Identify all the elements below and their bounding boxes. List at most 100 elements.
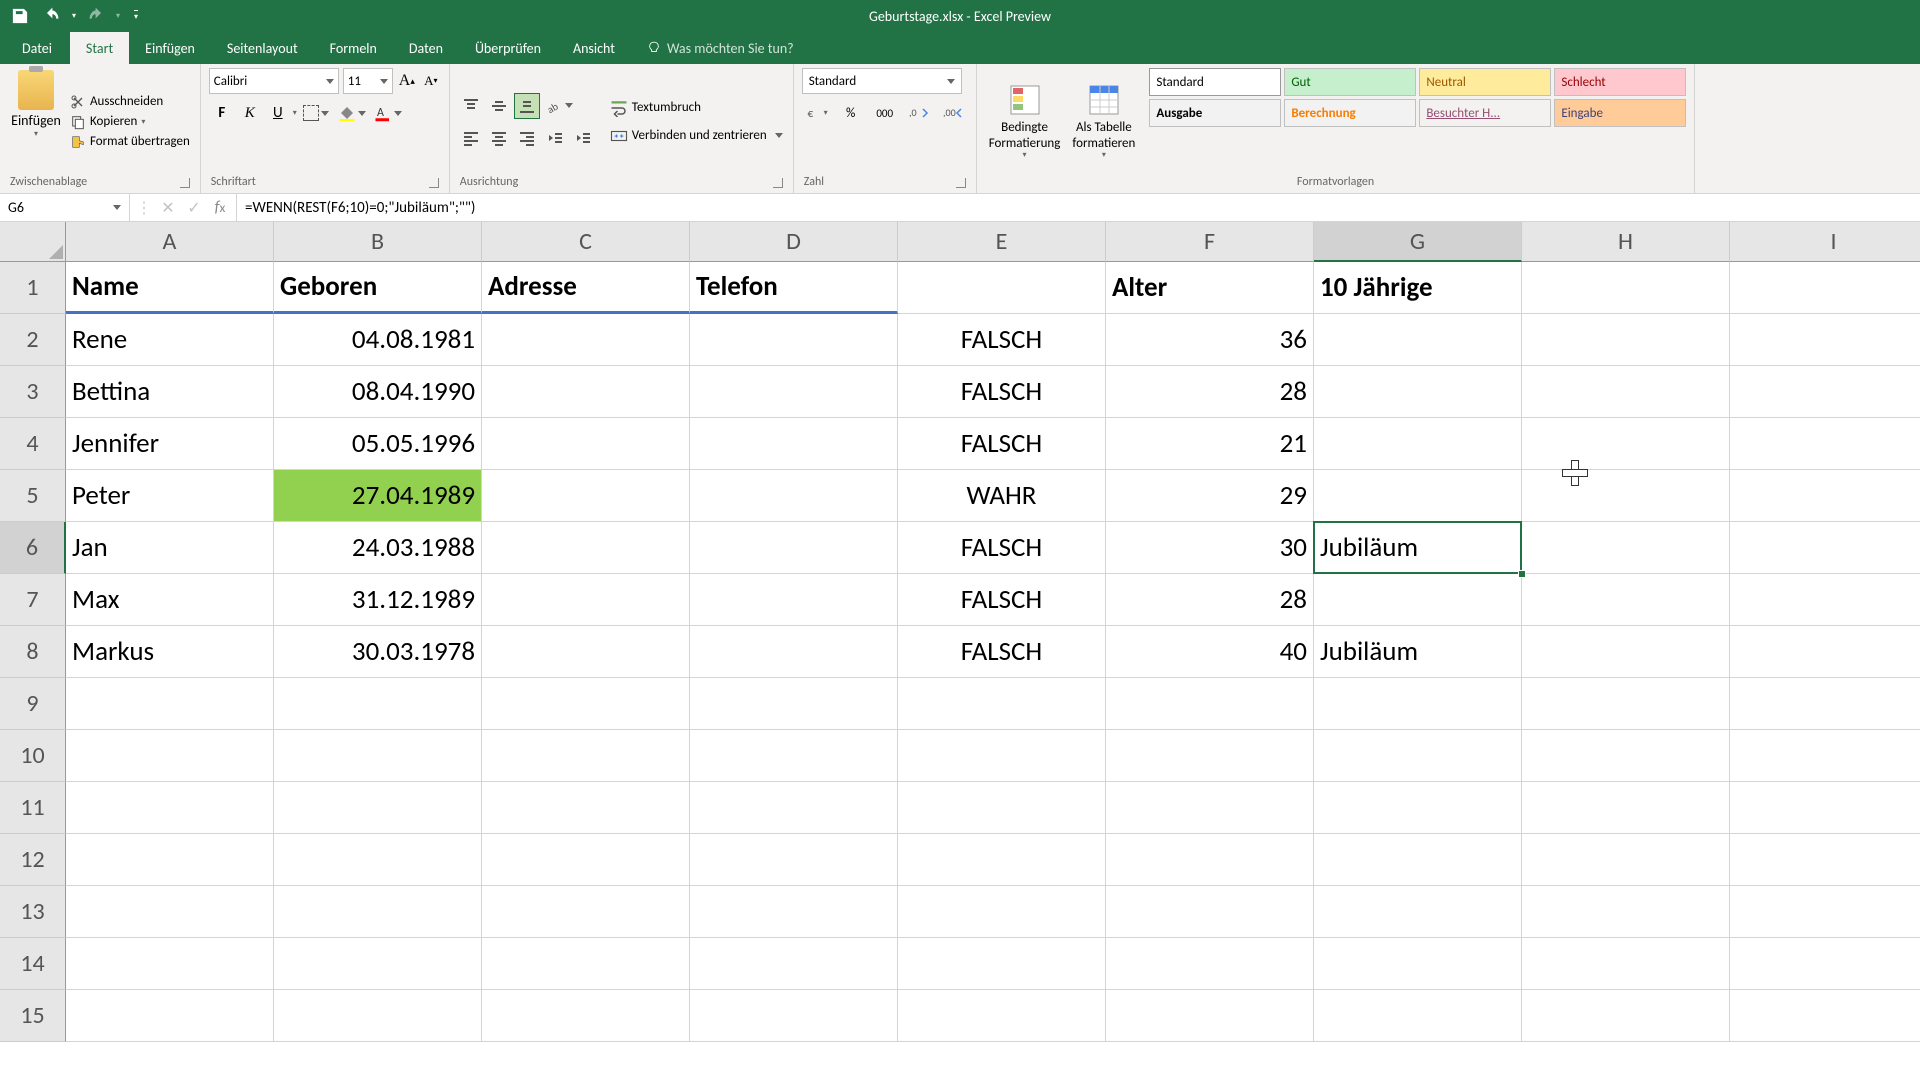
tell-me-search[interactable]: Was möchten Sie tun?	[647, 32, 794, 64]
cell-A3[interactable]: Bettina	[66, 366, 274, 418]
cell-E6[interactable]: FALSCH	[898, 522, 1106, 574]
cell-G2[interactable]	[1314, 314, 1522, 366]
cell-G3[interactable]	[1314, 366, 1522, 418]
cell-C11[interactable]	[482, 782, 690, 834]
cell-I2[interactable]	[1730, 314, 1920, 366]
cell-C2[interactable]	[482, 314, 690, 366]
cell-H3[interactable]	[1522, 366, 1730, 418]
number-format-combo[interactable]: Standard	[802, 68, 962, 94]
tab-data[interactable]: Daten	[393, 32, 459, 64]
tab-formulas[interactable]: Formeln	[314, 32, 393, 64]
cell-B6[interactable]: 24.03.1988	[274, 522, 482, 574]
cell-H7[interactable]	[1522, 574, 1730, 626]
font-size-combo[interactable]: 11	[343, 68, 393, 94]
cell-D11[interactable]	[690, 782, 898, 834]
tab-pagelayout[interactable]: Seitenlayout	[211, 32, 314, 64]
cell-D6[interactable]	[690, 522, 898, 574]
cell-I1[interactable]	[1730, 262, 1920, 314]
cell-F1[interactable]: Alter	[1106, 262, 1314, 314]
cell-I6[interactable]	[1730, 522, 1920, 574]
wrap-text-button[interactable]: Textumbruch	[608, 97, 785, 119]
cell-I11[interactable]	[1730, 782, 1920, 834]
cell-G12[interactable]	[1314, 834, 1522, 886]
undo-dropdown[interactable]: ▾	[72, 11, 76, 21]
cell-B2[interactable]: 04.08.1981	[274, 314, 482, 366]
cell-A12[interactable]	[66, 834, 274, 886]
cell-F11[interactable]	[1106, 782, 1314, 834]
cell-H12[interactable]	[1522, 834, 1730, 886]
cell-F3[interactable]: 28	[1106, 366, 1314, 418]
cell-G10[interactable]	[1314, 730, 1522, 782]
cell-E5[interactable]: WAHR	[898, 470, 1106, 522]
cell-C10[interactable]	[482, 730, 690, 782]
cell-C4[interactable]	[482, 418, 690, 470]
cell-C8[interactable]	[482, 626, 690, 678]
cell-F15[interactable]	[1106, 990, 1314, 1042]
cell-F9[interactable]	[1106, 678, 1314, 730]
row-header-3[interactable]: 3	[0, 366, 66, 418]
cell-B11[interactable]	[274, 782, 482, 834]
cell-D10[interactable]	[690, 730, 898, 782]
row-header-9[interactable]: 9	[0, 678, 66, 730]
increase-indent-button[interactable]	[570, 125, 596, 151]
cell-F8[interactable]: 40	[1106, 626, 1314, 678]
increase-decimal-button[interactable]: ,0	[904, 100, 934, 126]
select-all-corner[interactable]	[0, 222, 66, 262]
undo-button[interactable]	[40, 4, 64, 28]
formula-input[interactable]: =WENN(REST(F6;10)=0;"Jubiläum";"")	[237, 194, 1920, 221]
style-schlecht[interactable]: Schlecht	[1554, 68, 1686, 96]
cell-E7[interactable]: FALSCH	[898, 574, 1106, 626]
cell-D9[interactable]	[690, 678, 898, 730]
cell-I14[interactable]	[1730, 938, 1920, 990]
qat-customize[interactable]: ▾	[134, 10, 138, 22]
cell-D12[interactable]	[690, 834, 898, 886]
cell-D8[interactable]	[690, 626, 898, 678]
cell-H2[interactable]	[1522, 314, 1730, 366]
cell-A11[interactable]	[66, 782, 274, 834]
cell-I10[interactable]	[1730, 730, 1920, 782]
cell-B12[interactable]	[274, 834, 482, 886]
cell-I8[interactable]	[1730, 626, 1920, 678]
row-header-5[interactable]: 5	[0, 470, 66, 522]
style-standard[interactable]: Standard	[1149, 68, 1281, 96]
cell-A14[interactable]	[66, 938, 274, 990]
cut-button[interactable]: Ausschneiden	[68, 93, 192, 111]
cell-G8[interactable]: Jubiläum	[1314, 626, 1522, 678]
cell-G15[interactable]	[1314, 990, 1522, 1042]
name-box[interactable]: G6	[0, 194, 130, 221]
decrease-decimal-button[interactable]: ,00	[938, 100, 968, 126]
row-header-13[interactable]: 13	[0, 886, 66, 938]
cell-A15[interactable]	[66, 990, 274, 1042]
cell-E4[interactable]: FALSCH	[898, 418, 1106, 470]
cell-I3[interactable]	[1730, 366, 1920, 418]
bold-button[interactable]: F	[209, 100, 235, 126]
cell-H4[interactable]	[1522, 418, 1730, 470]
row-header-10[interactable]: 10	[0, 730, 66, 782]
cell-E15[interactable]	[898, 990, 1106, 1042]
cell-F5[interactable]: 29	[1106, 470, 1314, 522]
cell-I7[interactable]	[1730, 574, 1920, 626]
cell-B3[interactable]: 08.04.1990	[274, 366, 482, 418]
cell-H6[interactable]	[1522, 522, 1730, 574]
tab-review[interactable]: Überprüfen	[459, 32, 557, 64]
conditional-formatting-button[interactable]: Bedingte Formatierung▾	[985, 68, 1065, 175]
comma-button[interactable]: 000	[870, 100, 900, 126]
cell-A5[interactable]: Peter	[66, 470, 274, 522]
column-header-C[interactable]: C	[482, 222, 690, 262]
paste-button[interactable]: Einfügen ▾	[8, 68, 64, 175]
cell-G13[interactable]	[1314, 886, 1522, 938]
cell-H9[interactable]	[1522, 678, 1730, 730]
cell-H8[interactable]	[1522, 626, 1730, 678]
cell-A1[interactable]: Name	[66, 262, 274, 314]
underline-button[interactable]: U	[265, 100, 291, 126]
cell-F13[interactable]	[1106, 886, 1314, 938]
cell-D4[interactable]	[690, 418, 898, 470]
cell-H11[interactable]	[1522, 782, 1730, 834]
cell-B5[interactable]: 27.04.1989	[274, 470, 482, 522]
cell-G7[interactable]	[1314, 574, 1522, 626]
row-header-2[interactable]: 2	[0, 314, 66, 366]
cell-F10[interactable]	[1106, 730, 1314, 782]
cell-C1[interactable]: Adresse	[482, 262, 690, 314]
tab-view[interactable]: Ansicht	[557, 32, 631, 64]
cell-E11[interactable]	[898, 782, 1106, 834]
